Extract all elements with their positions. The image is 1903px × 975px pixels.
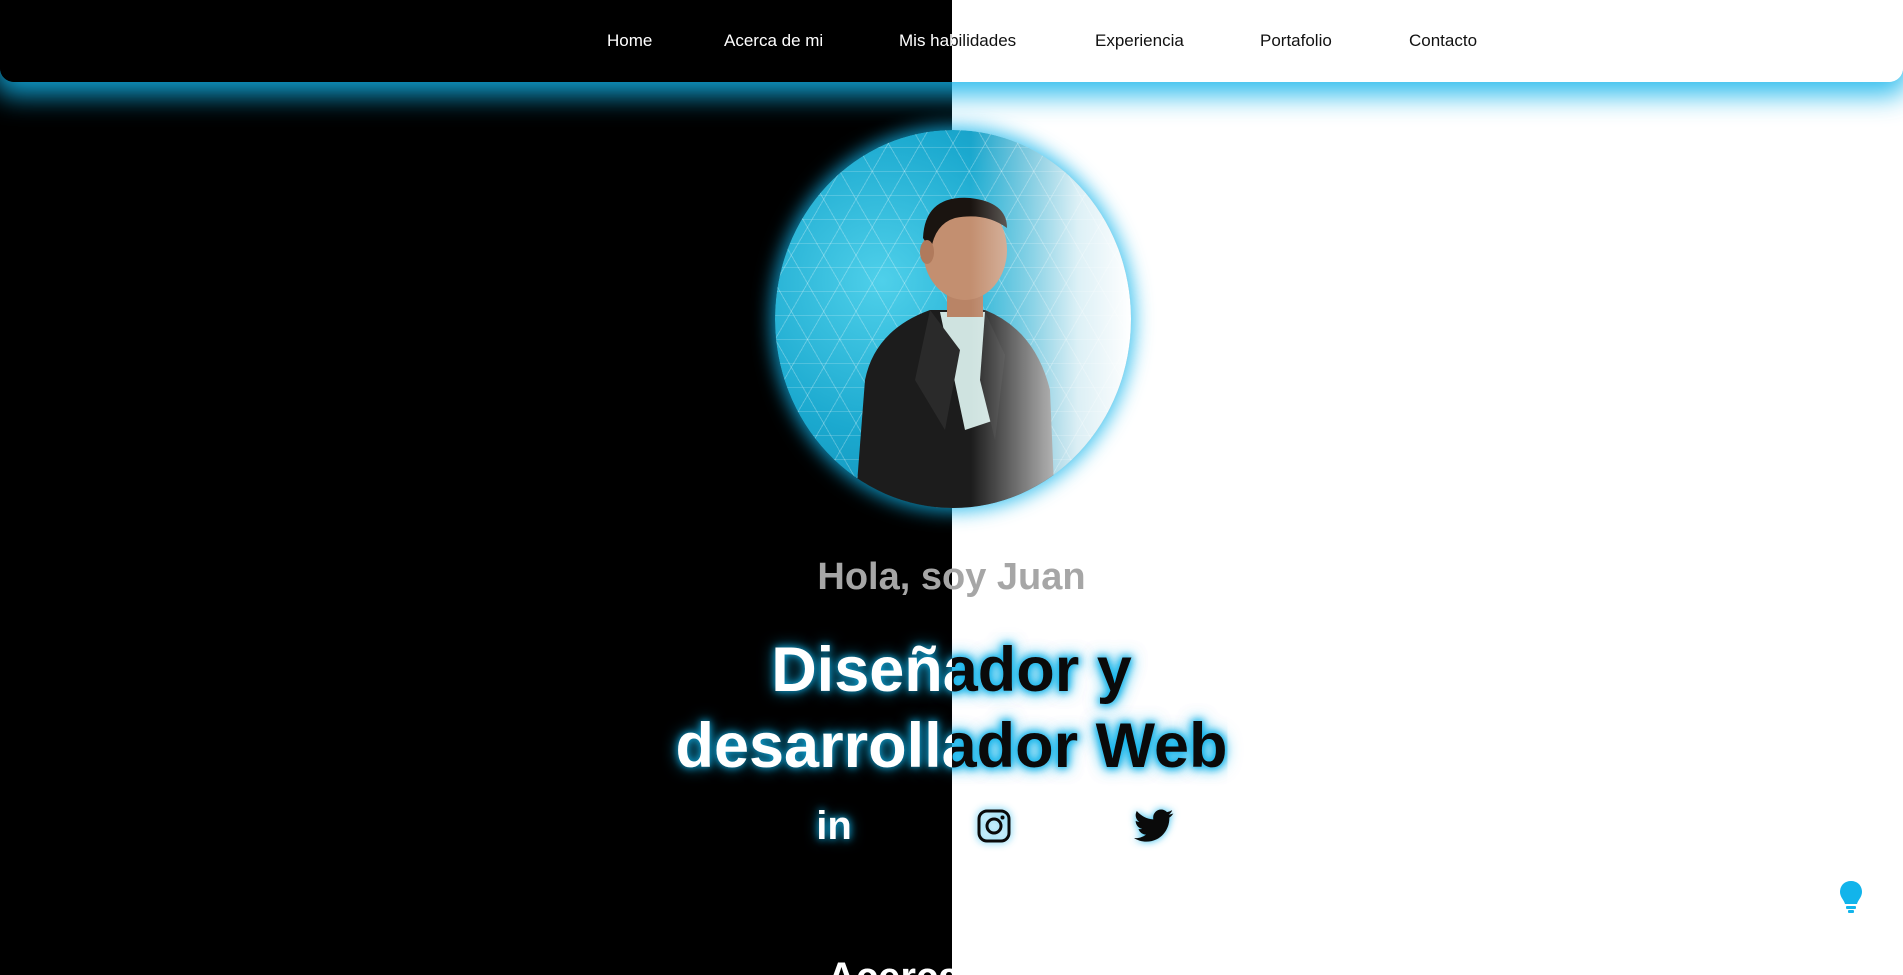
lightbulb-icon[interactable] (1838, 880, 1864, 914)
navbar: Home Acerca de mi Mis habilidades Mis ha… (0, 0, 1903, 82)
nav-item-experiencia[interactable]: Experiencia (1095, 30, 1184, 52)
nav-item-home[interactable]: Home (607, 30, 652, 52)
nav-label: Home (607, 31, 653, 50)
nav-item-habilidades[interactable]: Mis habilidades Mis habilidades (899, 30, 1016, 52)
instagram-icon[interactable] (974, 806, 1014, 846)
nav-label: Contacto (1409, 31, 1478, 50)
instagram-glyph (977, 809, 1011, 843)
linkedin-icon[interactable]: in (814, 806, 854, 846)
nav-label: Acerca de mi (724, 31, 824, 50)
nav-label: Portafolio (1260, 31, 1332, 50)
hero-greeting: Hola, soy Juan (817, 556, 1086, 598)
nav-item-portafolio[interactable]: Portafolio (1260, 30, 1332, 52)
profile-avatar (775, 130, 1131, 508)
nav-list: Home Acerca de mi Mis habilidades Mis ha… (0, 0, 1903, 82)
next-section-heading: Acerca de mí (0, 952, 1903, 975)
twitter-glyph (1134, 809, 1174, 842)
avatar-fade-overlay (775, 130, 1131, 508)
nav-item-acerca[interactable]: Acerca de mi (724, 30, 823, 52)
nav-label: Experiencia (1095, 31, 1184, 50)
hero-headline: Diseñador y desarrollador Web Diseñador … (0, 632, 1903, 784)
nav-item-contacto[interactable]: Contacto (1409, 30, 1477, 52)
linkedin-label: in (816, 804, 852, 848)
twitter-icon[interactable] (1134, 806, 1174, 846)
